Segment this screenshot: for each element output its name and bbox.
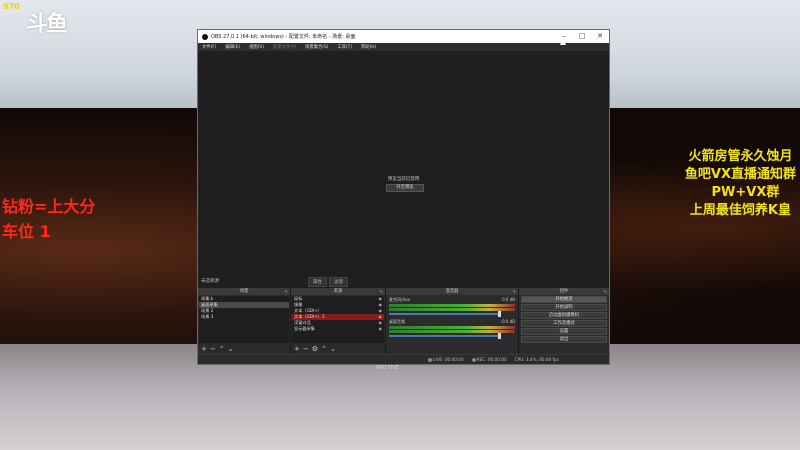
maximize-button[interactable]: □ [573, 30, 591, 43]
obs-window: OBS 27.0.1 (64-bit, windows) - 配置文件: 未命名… [197, 29, 610, 365]
mixer-dock-header: 混音器 ✎ [386, 288, 518, 295]
bottom-ticker: PRO FIVE [376, 365, 399, 371]
live-status: LIVE: 00:00:00 [428, 357, 464, 362]
right-line: 鱼吧VX直播通知群 [684, 167, 796, 182]
tab-properties[interactable]: 属性 [308, 277, 327, 287]
no-source-selected: 未选择源 [201, 279, 219, 284]
studio-mode-button[interactable]: 工作室模式 [521, 320, 607, 327]
douyu-logo: 斗鱼 [26, 12, 68, 37]
exit-button[interactable]: 退出 [521, 336, 607, 343]
mixer-channel: 桌面音频 -0.0 dB [386, 317, 518, 339]
rec-time: REC: 00:00:00 [476, 357, 507, 362]
rec-dot-icon [471, 358, 476, 362]
scenes-dock-header: 场景 ✎ [198, 288, 290, 295]
mixer-title: 混音器 [445, 289, 459, 294]
mixer-dock: 混音器 ✎ 麦克风/Aux 0.0 dB 桌面音频 -0.0 dB [386, 288, 518, 354]
controls-dock: 控件 ✎ 开始推流 开始录制 启动虚拟摄像机 工作室模式 设置 退出 [519, 288, 609, 354]
left-overlay-text: 钻粉=上大分 车位 1 [2, 194, 95, 244]
preview-disabled-message: 预览当前已禁用 [387, 177, 420, 182]
dock-settings-icon[interactable]: ✎ [604, 288, 607, 295]
menu-scene-collection[interactable]: 场景集合(S) [305, 44, 328, 50]
sources-dock: 来源 ✎ 鼠标 ◉ 镜像 ◉ 文本（GDI+） ◉ 文本（GDI+）2 ◉ 浮窗对话 ◉ 显… [291, 288, 385, 354]
tab-filters[interactable]: 滤镜 [329, 277, 348, 287]
enable-preview-button[interactable]: 开启预览 [386, 184, 424, 192]
left-line: 钻粉=上大分 [2, 197, 96, 216]
visibility-icon[interactable]: ◉ [379, 326, 385, 332]
remove-icon[interactable]: − [210, 345, 219, 353]
controls-title: 控件 [559, 289, 569, 294]
close-button[interactable]: ✕ [591, 30, 609, 43]
menu-help[interactable]: 帮助(H) [361, 44, 376, 50]
menu-edit[interactable]: 编辑(E) [225, 44, 240, 50]
mouse-cursor-icon [560, 38, 566, 45]
channel-db: -0.0 dB [500, 319, 515, 324]
volume-meter [389, 326, 515, 329]
live-dot-icon [428, 358, 432, 362]
source-tabs: 属性 滤镜 [308, 277, 348, 287]
move-down-icon[interactable]: ⌄ [228, 345, 237, 353]
start-streaming-button[interactable]: 开始推流 [521, 296, 607, 303]
source-label: 显示器采集 [294, 326, 315, 331]
move-up-icon[interactable]: ⌃ [321, 345, 330, 353]
scene-item[interactable]: 场景 3 [199, 314, 289, 320]
preview-area[interactable]: 预览当前已禁用 开启预览 [198, 51, 609, 301]
start-recording-button[interactable]: 开始录制 [521, 304, 607, 311]
menu-view[interactable]: 视图(V) [249, 44, 264, 50]
move-up-icon[interactable]: ⌃ [219, 345, 228, 353]
move-down-icon[interactable]: ⌄ [330, 345, 339, 353]
dock-area: 场景 ✎ 采集卡 桌面采集 场景 2 场景 3 +−⌃⌄ 来源 ✎ 鼠标 ◉ 镜像 ◉ … [198, 288, 609, 354]
obs-logo-icon [202, 33, 208, 40]
channel-header: 麦克风/Aux 0.0 dB [389, 297, 515, 303]
volume-meter [389, 330, 515, 333]
channel-header: 桌面音频 -0.0 dB [389, 319, 515, 325]
source-toolbar: 未选择源 [198, 275, 609, 287]
add-icon[interactable]: + [201, 345, 210, 353]
volume-meter [389, 304, 515, 307]
sources-toolbar: +−⚙⌃⌄ [294, 345, 339, 353]
dock-settings-icon[interactable]: ✎ [513, 288, 516, 295]
scenes-dock: 场景 ✎ 采集卡 桌面采集 场景 2 场景 3 +−⌃⌄ [198, 288, 290, 354]
volume-meter [389, 308, 515, 311]
channel-name: 桌面音频 [389, 319, 405, 324]
right-line: 火箭房管永久蚀月 [688, 149, 793, 164]
title-bar[interactable]: OBS 27.0.1 (64-bit, windows) - 配置文件: 未命名… [198, 30, 609, 43]
channel-name: 麦克风/Aux [389, 297, 410, 302]
settings-button[interactable]: 设置 [521, 328, 607, 335]
scenes-list: 采集卡 桌面采集 场景 2 场景 3 [199, 296, 289, 343]
source-item[interactable]: 显示器采集 ◉ [292, 326, 384, 332]
cpu-status: CPU: 3.4%, 60.00 fps [514, 357, 559, 362]
rec-status: REC: 00:00:00 [471, 357, 507, 362]
scenes-title: 场景 [239, 289, 249, 294]
channel-db: 0.0 dB [502, 297, 515, 302]
remove-icon[interactable]: − [303, 345, 312, 353]
controls-dock-header: 控件 ✎ [519, 288, 609, 295]
menu-tools[interactable]: 工具(T) [337, 44, 352, 50]
left-line: 车位 1 [2, 222, 51, 241]
dock-settings-icon[interactable]: ✎ [285, 288, 288, 295]
sources-title: 来源 [333, 289, 343, 294]
menu-bar: 文件(F) 编辑(E) 视图(V) 配置文件(P) 场景集合(S) 工具(T) … [198, 43, 609, 51]
start-virtual-camera-button[interactable]: 启动虚拟摄像机 [521, 312, 607, 319]
window-title: OBS 27.0.1 (64-bit, windows) - 配置文件: 未命名… [211, 34, 356, 40]
dock-settings-icon[interactable]: ✎ [380, 288, 383, 295]
sources-dock-header: 来源 ✎ [291, 288, 385, 295]
sources-list: 鼠标 ◉ 镜像 ◉ 文本（GDI+） ◉ 文本（GDI+）2 ◉ 浮窗对话 ◉ 显示器采集… [292, 296, 384, 343]
live-time: LIVE: 00:00:00 [433, 357, 464, 362]
volume-slider[interactable] [389, 311, 501, 317]
gear-icon[interactable]: ⚙ [312, 345, 321, 353]
volume-slider[interactable] [389, 333, 501, 339]
right-line: PW+VX群 [711, 185, 780, 200]
right-overlay-text: 火箭房管永久蚀月 鱼吧VX直播通知群 PW+VX群 上周最佳饲养K皇 [685, 148, 796, 220]
mixer-channel: 麦克风/Aux 0.0 dB [386, 295, 518, 317]
menu-profile[interactable]: 配置文件(P) [273, 44, 296, 50]
add-icon[interactable]: + [294, 345, 303, 353]
right-line: 上周最佳饲养K皇 [689, 203, 791, 218]
scenes-toolbar: +−⌃⌄ [201, 345, 237, 353]
fps-counter: 970 [3, 2, 20, 11]
status-bar: LIVE: 00:00:00 REC: 00:00:00 CPU: 3.4%, … [198, 354, 609, 364]
menu-file[interactable]: 文件(F) [202, 44, 216, 50]
